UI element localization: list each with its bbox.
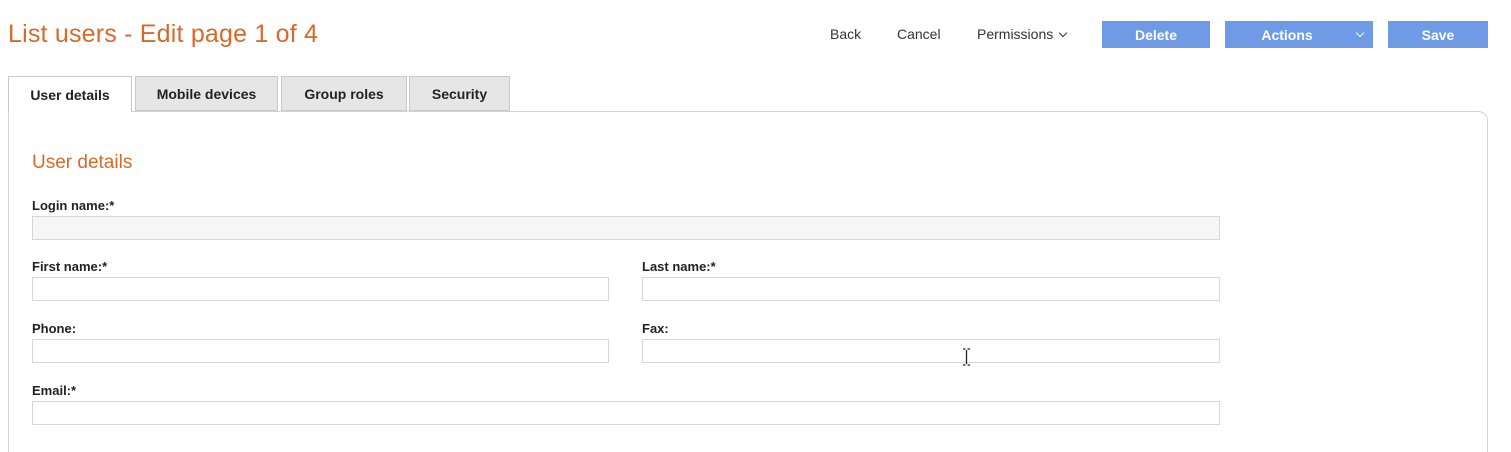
back-link[interactable]: Back (830, 26, 861, 42)
page-title: List users - Edit page 1 of 4 (8, 20, 319, 48)
save-button[interactable]: Save (1388, 21, 1488, 48)
tab-mobile-devices[interactable]: Mobile devices (135, 76, 278, 111)
tab-label: Mobile devices (156, 85, 257, 102)
chevron-down-icon (1059, 28, 1068, 38)
fax-field[interactable] (642, 339, 1220, 363)
permissions-dropdown[interactable]: Permissions (977, 26, 1068, 42)
page: List users - Edit page 1 of 4 Back Cance… (0, 0, 1511, 452)
actions-button[interactable]: Actions (1225, 21, 1373, 48)
actions-label: Actions (1261, 26, 1313, 43)
delete-button[interactable]: Delete (1102, 21, 1210, 48)
phone-field[interactable] (32, 339, 609, 363)
tab-user-details[interactable]: User details (8, 76, 132, 112)
tab-label: User details (30, 86, 110, 103)
section-title: User details (32, 152, 133, 173)
text-cursor-icon (963, 348, 970, 366)
chevron-down-icon (1355, 28, 1365, 38)
email-field[interactable] (32, 401, 1220, 425)
tab-group-roles[interactable]: Group roles (281, 76, 407, 111)
login-name-label: Login name:* (32, 198, 115, 213)
tab-label: Group roles (304, 85, 384, 102)
phone-label: Phone: (32, 321, 77, 336)
last-name-label: Last name:* (642, 259, 716, 274)
tab-label: Security (431, 85, 488, 102)
email-label: Email:* (32, 383, 77, 398)
save-label: Save (1421, 26, 1455, 43)
delete-label: Delete (1134, 26, 1178, 43)
cancel-link[interactable]: Cancel (897, 26, 941, 42)
first-name-label: First name:* (32, 259, 108, 274)
tab-security[interactable]: Security (409, 76, 510, 111)
first-name-field[interactable] (32, 277, 609, 301)
fax-label: Fax: (642, 321, 669, 336)
last-name-field[interactable] (642, 277, 1220, 301)
login-name-field[interactable] (32, 216, 1220, 240)
permissions-label: Permissions (977, 26, 1054, 42)
